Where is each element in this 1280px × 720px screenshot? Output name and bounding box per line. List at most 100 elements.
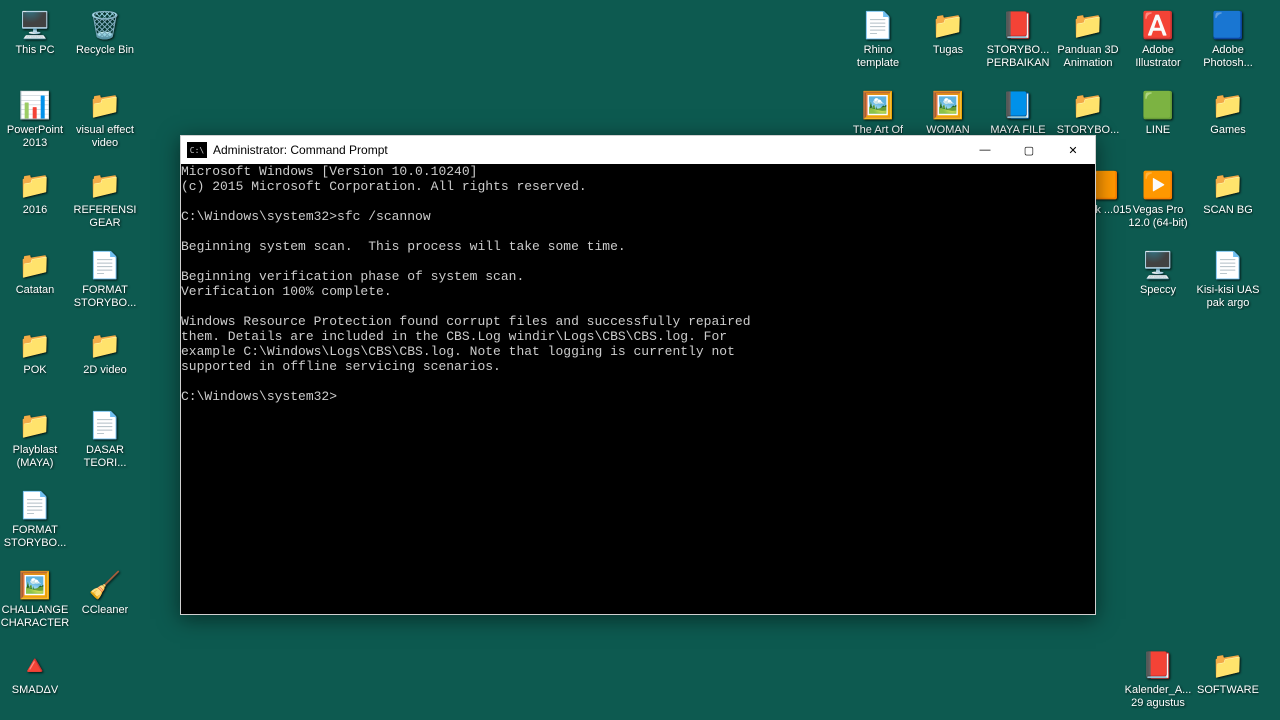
file-icon: 📄 <box>18 488 52 522</box>
file-icon: 📘 <box>1001 88 1035 122</box>
file-icon: 🖼️ <box>861 88 895 122</box>
file-icon: 📕 <box>1001 8 1035 42</box>
file-icon: 📄 <box>88 248 122 282</box>
file-icon: 📁 <box>931 8 965 42</box>
file-icon: 🧹 <box>88 568 122 602</box>
file-icon: 🗑️ <box>88 8 122 42</box>
desktop-icon[interactable]: 🖼️WOMAN <box>913 88 983 137</box>
file-icon: 🖥️ <box>18 8 52 42</box>
desktop-icon-label: Vegas Pro 12.0 (64-bit) <box>1123 204 1193 230</box>
desktop-icon-label: Kisi-kisi UAS pak argo <box>1193 284 1263 310</box>
file-icon: 📄 <box>88 408 122 442</box>
desktop-icon[interactable]: 📁Tugas <box>913 8 983 57</box>
desktop-icon[interactable]: 🖼️CHALLANGE CHARACTER <box>0 568 70 630</box>
file-icon: 📁 <box>88 168 122 202</box>
file-icon: 📁 <box>88 88 122 122</box>
file-icon: 📁 <box>18 328 52 362</box>
desktop-icon-label: Games <box>1210 124 1245 137</box>
file-icon: 🖼️ <box>18 568 52 602</box>
desktop-icon-label: 2016 <box>23 204 47 217</box>
desktop-icon[interactable]: 📄Rhino template <box>843 8 913 70</box>
command-prompt-window[interactable]: C:\ Administrator: Command Prompt — ▢ ✕ … <box>180 135 1096 615</box>
desktop-icon[interactable]: 📊PowerPoint 2013 <box>0 88 70 150</box>
file-icon: 📁 <box>1211 648 1245 682</box>
file-icon: 🖥️ <box>1141 248 1175 282</box>
desktop-icon[interactable]: 📕Kalender_A... 29 agustus <box>1123 648 1193 710</box>
desktop-icon-label: Adobe Illustrator <box>1123 44 1193 70</box>
desktop-icon-label: This PC <box>15 44 54 57</box>
desktop-icon[interactable]: 📁STORYBO... <box>1053 88 1123 137</box>
desktop-icon-label: CCleaner <box>82 604 128 617</box>
file-icon: 📁 <box>1071 88 1105 122</box>
desktop-icon[interactable]: 🟦Adobe Photosh... <box>1193 8 1263 70</box>
file-icon: 📁 <box>88 328 122 362</box>
desktop-icon[interactable]: 🖥️ This PC <box>0 8 70 57</box>
desktop-icon[interactable]: 🔺 SMADΔV <box>0 648 70 697</box>
desktop-icon[interactable]: 🖼️The Art Of <box>843 88 913 137</box>
file-icon: 📄 <box>1211 248 1245 282</box>
desktop-icon[interactable]: 📄Kisi-kisi UAS pak argo <box>1193 248 1263 310</box>
file-icon: 📁 <box>1211 168 1245 202</box>
desktop-icon[interactable]: 📁Panduan 3D Animation <box>1053 8 1123 70</box>
desktop-icon[interactable]: 📁 2016 <box>0 168 70 217</box>
desktop-icon-label: DASAR TEORI... <box>70 444 140 470</box>
close-button[interactable]: ✕ <box>1051 136 1095 164</box>
desktop-icon[interactable]: 📄FORMAT STORYBO... <box>70 248 140 310</box>
file-icon: 🟦 <box>1211 8 1245 42</box>
desktop-icon[interactable]: 📁 Catatan <box>0 248 70 297</box>
file-icon: 📁 <box>18 248 52 282</box>
maximize-button[interactable]: ▢ <box>1007 136 1051 164</box>
titlebar[interactable]: C:\ Administrator: Command Prompt — ▢ ✕ <box>181 136 1095 164</box>
desktop-icon[interactable]: 📕STORYBO... PERBAIKAN <box>983 8 1053 70</box>
desktop-icon[interactable]: 📘MAYA FILE <box>983 88 1053 137</box>
desktop-icon-label: POK <box>23 364 46 377</box>
file-icon: 🅰️ <box>1141 8 1175 42</box>
file-icon: 🖼️ <box>931 88 965 122</box>
desktop-icon-label: REFERENSI GEAR <box>70 204 140 230</box>
desktop-icon-label: PowerPoint 2013 <box>0 124 70 150</box>
file-icon: 📊 <box>18 88 52 122</box>
desktop-icon-label: FORMAT STORYBO... <box>0 524 70 550</box>
file-icon: 📁 <box>1211 88 1245 122</box>
desktop-icon[interactable]: ▶️Vegas Pro 12.0 (64-bit) <box>1123 168 1193 230</box>
desktop-icon[interactable]: 📁visual effect video <box>70 88 140 150</box>
terminal-output[interactable]: Microsoft Windows [Version 10.0.10240] (… <box>181 164 1095 614</box>
desktop-icon-label: SOFTWARE <box>1197 684 1259 697</box>
desktop-icon-label: LINE <box>1146 124 1170 137</box>
desktop-icon-label: SCAN BG <box>1203 204 1253 217</box>
desktop-icon-label: visual effect video <box>70 124 140 150</box>
desktop-icon-label: Speccy <box>1140 284 1176 297</box>
file-icon: 📁 <box>18 408 52 442</box>
desktop-icon-label: STORYBO... PERBAIKAN <box>983 44 1053 70</box>
desktop-icon-label: Rhino template <box>843 44 913 70</box>
file-icon: 📁 <box>18 168 52 202</box>
desktop-icon[interactable]: 🖥️ Speccy <box>1123 248 1193 297</box>
minimize-button[interactable]: — <box>963 136 1007 164</box>
desktop-icon[interactable]: 📁 SCAN BG <box>1193 168 1263 217</box>
desktop-icon[interactable]: 🧹 CCleaner <box>70 568 140 617</box>
file-icon: ▶️ <box>1141 168 1175 202</box>
window-title: Administrator: Command Prompt <box>213 143 388 157</box>
desktop-icon-label: 2D video <box>83 364 126 377</box>
desktop-icon-label: Kalender_A... 29 agustus <box>1123 684 1193 710</box>
desktop-icon-label: SMADΔV <box>12 684 58 697</box>
desktop-icon[interactable]: 🅰️Adobe Illustrator <box>1123 8 1193 70</box>
desktop-icon-label: Adobe Photosh... <box>1193 44 1263 70</box>
file-icon: 📄 <box>861 8 895 42</box>
desktop-icon[interactable]: 📁Playblast (MAYA) <box>0 408 70 470</box>
cmd-icon: C:\ <box>187 142 207 158</box>
desktop-icon-label: FORMAT STORYBO... <box>70 284 140 310</box>
desktop-icon-label: Catatan <box>16 284 55 297</box>
desktop-icon[interactable]: 📄FORMAT STORYBO... <box>0 488 70 550</box>
desktop-icon[interactable]: 📁 Games <box>1193 88 1263 137</box>
desktop-icon[interactable]: 📁 POK <box>0 328 70 377</box>
desktop-icon[interactable]: 📁REFERENSI GEAR <box>70 168 140 230</box>
desktop-icon[interactable]: 🗑️Recycle Bin <box>70 8 140 57</box>
desktop-icon[interactable]: 📄DASAR TEORI... <box>70 408 140 470</box>
desktop-icon-label: Playblast (MAYA) <box>0 444 70 470</box>
desktop-icon-label: CHALLANGE CHARACTER <box>0 604 70 630</box>
desktop-icon[interactable]: 📁 SOFTWARE <box>1193 648 1263 697</box>
desktop-icon[interactable]: 📁 2D video <box>70 328 140 377</box>
file-icon: 🔺 <box>18 648 52 682</box>
desktop-icon[interactable]: 🟩LINE <box>1123 88 1193 137</box>
